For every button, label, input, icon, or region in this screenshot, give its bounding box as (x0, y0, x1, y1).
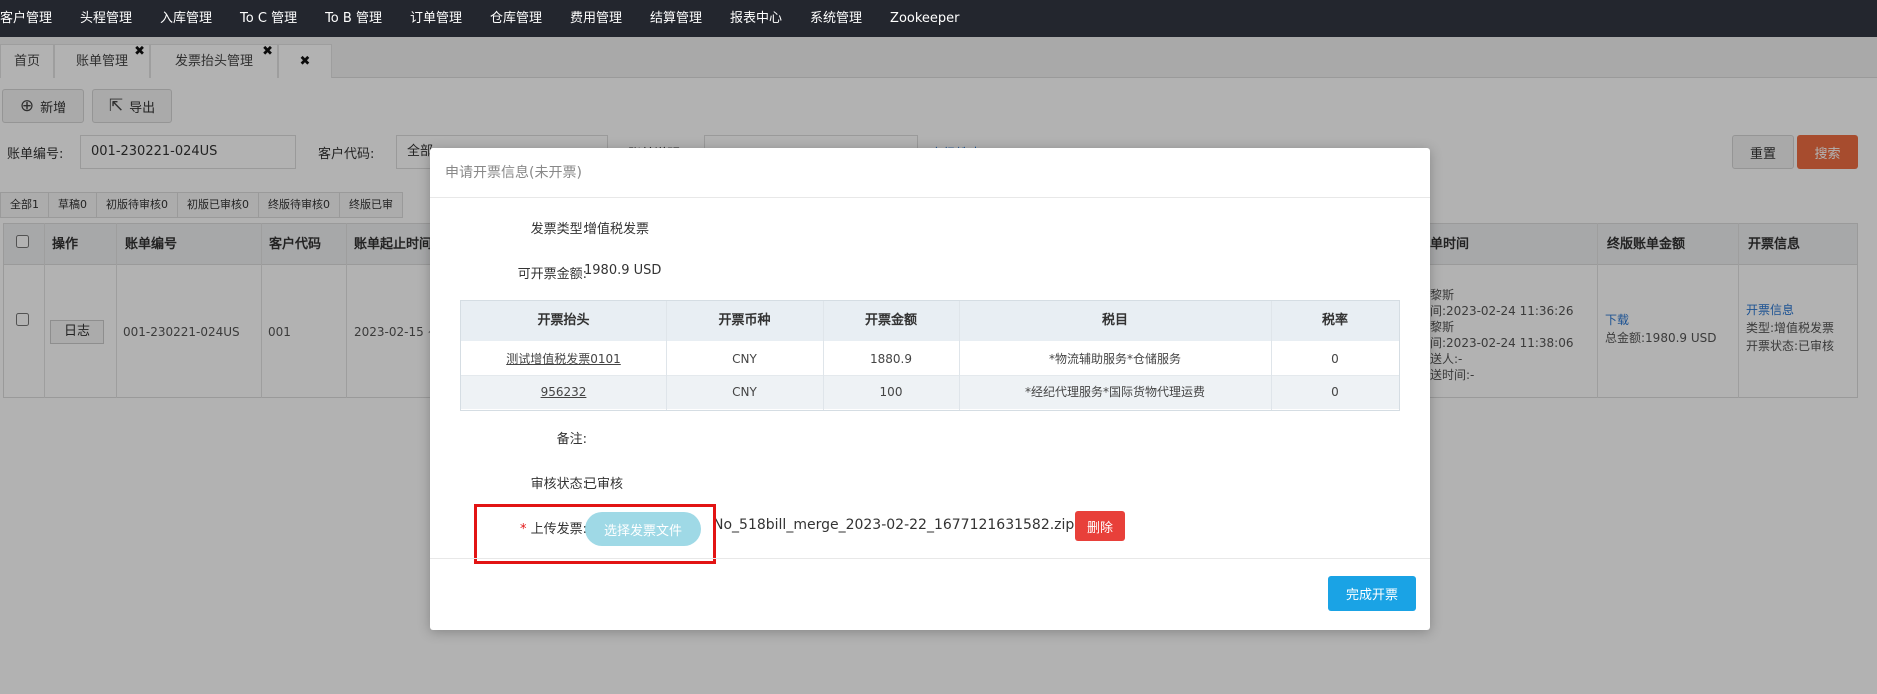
nav-item-toc[interactable]: To C 管理 (226, 0, 311, 37)
nav-item-fees[interactable]: 费用管理 (556, 0, 636, 37)
modal-title: 申请开票信息(未开票) (430, 148, 1430, 198)
modal-footer-divider (430, 558, 1430, 559)
invoice-table-header: 开票抬头 开票币种 开票金额 税目 税率 (461, 301, 1399, 341)
remark-label: 备注: (556, 432, 587, 447)
audit-status-value: 已审核 (584, 477, 624, 492)
amount-value: 1980.9 USD (584, 263, 662, 278)
invoice-type-value: 增值税发票 (584, 222, 650, 237)
col-tax-rate: 税率 (1321, 313, 1348, 328)
col-divider (959, 301, 960, 410)
top-nav: 客户管理 头程管理 入库管理 To C 管理 To B 管理 订单管理 仓库管理… (0, 0, 1877, 37)
nav-item-customer[interactable]: 客户管理 (0, 0, 66, 37)
tax-item-cell: *经纪代理服务*国际货物代理运费 (1024, 385, 1205, 399)
col-amount: 开票金额 (864, 313, 917, 328)
col-invoice-header: 开票抬头 (537, 313, 590, 328)
invoice-table: 开票抬头 开票币种 开票金额 税目 税率 测试增值税发票0101 CNY 188… (460, 300, 1400, 411)
uploaded-file-name: No_518bill_merge_2023-02-22_167712163158… (713, 517, 1075, 533)
finish-invoicing-button[interactable]: 完成开票 (1328, 576, 1416, 611)
nav-item-reports[interactable]: 报表中心 (716, 0, 796, 37)
nav-item-inbound[interactable]: 入库管理 (146, 0, 226, 37)
col-divider (1271, 301, 1272, 410)
tax-rate-cell: 0 (1331, 385, 1339, 399)
col-divider (666, 301, 667, 410)
invoice-header-link[interactable]: 测试增值税发票0101 (461, 343, 666, 376)
nav-item-zookeeper[interactable]: Zookeeper (876, 0, 973, 37)
col-tax-item: 税目 (1101, 313, 1128, 328)
highlight-box (474, 504, 716, 564)
nav-item-warehouse[interactable]: 仓库管理 (476, 0, 556, 37)
nav-item-tob[interactable]: To B 管理 (311, 0, 396, 37)
nav-item-orders[interactable]: 订单管理 (396, 0, 476, 37)
nav-item-system[interactable]: 系统管理 (796, 0, 876, 37)
tax-item-cell: *物流辅助服务*仓储服务 (1048, 352, 1181, 366)
tax-rate-cell: 0 (1331, 352, 1339, 366)
nav-item-settlement[interactable]: 结算管理 (636, 0, 716, 37)
amount-cell: 1880.9 (870, 352, 912, 366)
amount-cell: 100 (879, 385, 903, 399)
invoice-modal: 申请开票信息(未开票) 发票类型: 增值税发票 可开票金额: 1980.9 US… (430, 148, 1430, 630)
audit-status-label: 审核状态: (530, 477, 587, 492)
col-divider (823, 301, 824, 410)
nav-item-first-leg[interactable]: 头程管理 (66, 0, 146, 37)
invoice-header-link[interactable]: 956232 (461, 376, 666, 409)
col-currency: 开票币种 (718, 313, 771, 328)
table-row: 956232 CNY 100 *经纪代理服务*国际货物代理运费 0 (461, 376, 1399, 409)
amount-label: 可开票金额: (517, 267, 587, 282)
delete-file-button[interactable]: 删除 (1075, 511, 1125, 541)
currency-cell: CNY (732, 385, 757, 399)
invoice-type-label: 发票类型: (530, 222, 587, 237)
currency-cell: CNY (732, 352, 757, 366)
table-row: 测试增值税发票0101 CNY 1880.9 *物流辅助服务*仓储服务 0 (461, 343, 1399, 376)
